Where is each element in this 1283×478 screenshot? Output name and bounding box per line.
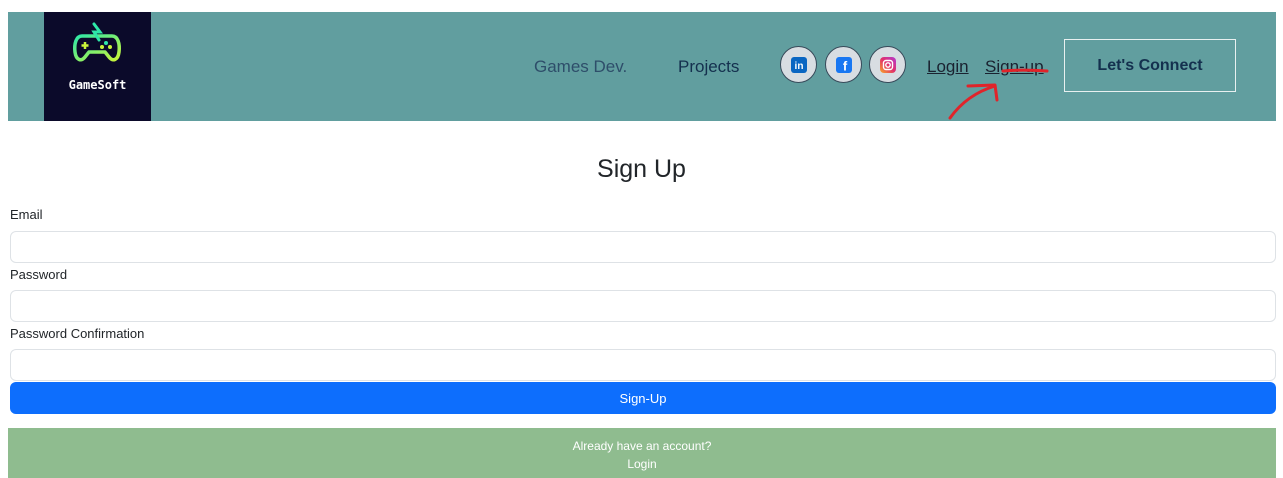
password-confirmation-field[interactable] [10, 349, 1276, 381]
navbar: GameSoft Games Dev. Projects in f Login … [8, 12, 1276, 121]
svg-text:in: in [794, 61, 803, 72]
password-confirmation-label: Password Confirmation [10, 326, 145, 341]
logo[interactable]: GameSoft [44, 12, 151, 121]
lets-connect-button[interactable]: Let's Connect [1064, 39, 1236, 92]
facebook-button[interactable]: f [825, 46, 862, 83]
svg-text:f: f [842, 58, 847, 73]
password-label: Password [10, 267, 68, 282]
page-title: Sign Up [597, 155, 686, 183]
login-link[interactable]: Login [927, 57, 969, 77]
gamepad-icon [73, 22, 121, 62]
password-field[interactable] [10, 290, 1276, 322]
nav-link-games-dev[interactable]: Games Dev. [534, 57, 627, 77]
email-label: Email [10, 207, 43, 222]
signup-submit-button[interactable]: Sign-Up [10, 382, 1276, 414]
instagram-icon [879, 56, 896, 73]
linkedin-button[interactable]: in [780, 46, 817, 83]
instagram-button[interactable] [869, 46, 906, 83]
footer-login-link[interactable]: Login [8, 457, 1276, 471]
logo-text: GameSoft [68, 78, 127, 92]
login-footer: Already have an account? Login [8, 428, 1276, 478]
linkedin-icon: in [790, 56, 807, 73]
email-field[interactable] [10, 231, 1276, 263]
signup-link[interactable]: Sign-up [985, 57, 1044, 77]
account-question-text: Already have an account? [572, 439, 712, 453]
nav-link-projects[interactable]: Projects [678, 57, 739, 77]
facebook-icon: f [835, 56, 852, 73]
